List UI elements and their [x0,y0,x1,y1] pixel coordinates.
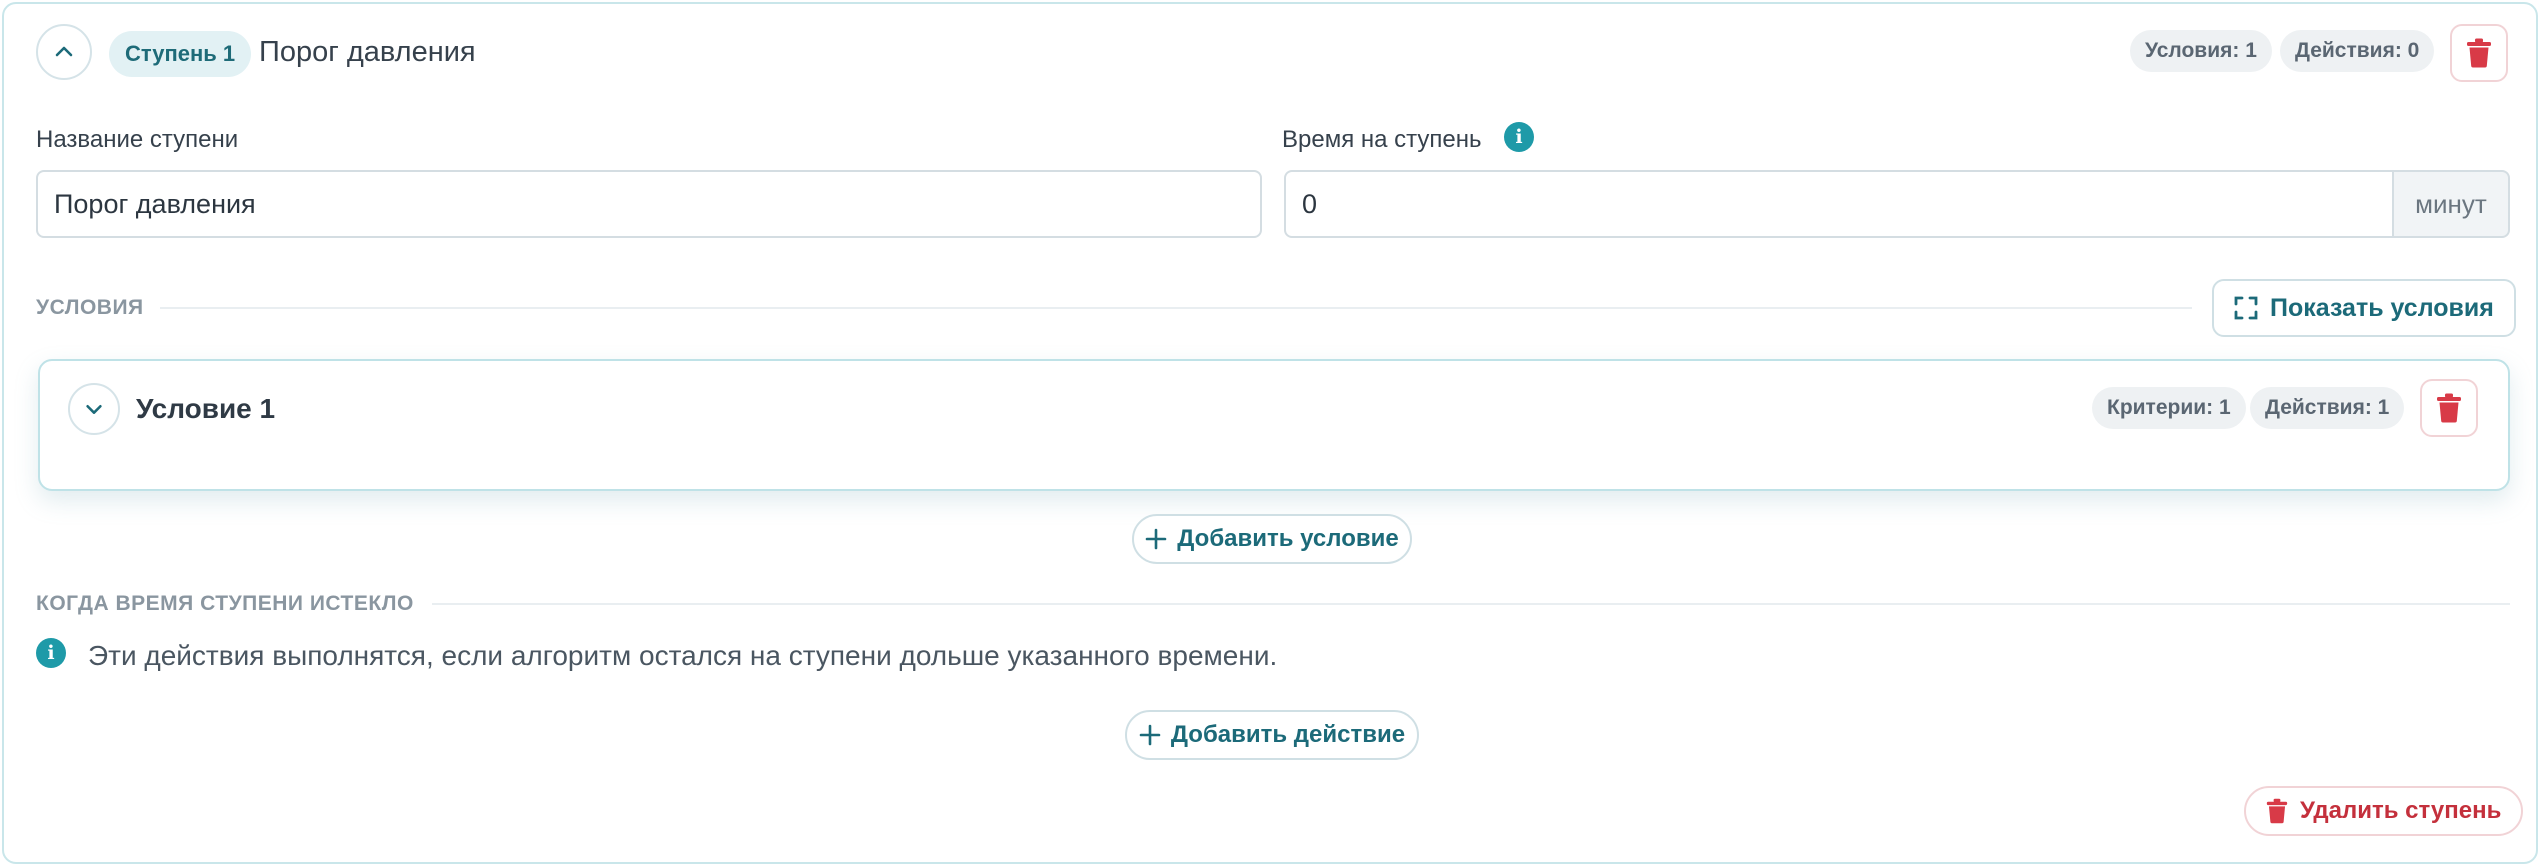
timeout-divider [432,603,2510,605]
condition-title: Условие 1 [136,393,276,424]
step-collapse-button[interactable] [36,24,92,80]
step-time-group: минут [1284,170,2510,238]
delete-step-label: Удалить ступень [2300,797,2502,824]
delete-condition-button[interactable] [2420,379,2478,437]
step-time-input[interactable] [1284,170,2394,238]
conditions-divider [160,307,2192,309]
info-icon: i [36,638,66,668]
step-time-label: Время на ступень [1282,126,1482,153]
show-conditions-label: Показать условия [2270,293,2494,322]
add-action-button[interactable]: Добавить действие [1125,710,1419,760]
step-number-badge: Ступень 1 [109,31,252,77]
step-card: Ступень 1 Порог давления Условия: 1 Дейс… [2,2,2538,864]
delete-step-icon-button[interactable] [2450,24,2508,82]
expand-icon [2234,296,2258,320]
trash-icon [2467,38,2491,68]
chevron-up-icon [55,46,73,57]
condition-actions-count-badge: Действия: 1 [2250,387,2405,429]
timeout-note: Эти действия выполнятся, если алгоритм о… [88,640,1278,671]
add-condition-button[interactable]: Добавить условие [1132,514,1412,564]
step-name-input[interactable] [36,170,1262,238]
conditions-section-title: УСЛОВИЯ [36,296,144,319]
trash-icon [2266,798,2288,824]
add-action-label: Добавить действие [1170,721,1406,748]
show-conditions-button[interactable]: Показать условия [2212,279,2516,337]
delete-step-button[interactable]: Удалить ступень [2244,786,2524,836]
chevron-down-icon [86,404,102,414]
timeout-section-title: КОГДА ВРЕМЯ СТУПЕНИ ИСТЕКЛО [36,592,414,615]
plus-icon [1139,724,1161,746]
trash-icon [2437,393,2461,423]
step-title: Порог давления [259,36,476,68]
add-condition-label: Добавить условие [1177,525,1399,552]
plus-icon [1145,528,1167,550]
criteria-count-badge: Критерии: 1 [2092,387,2246,429]
condition-expand-button[interactable] [68,383,120,435]
actions-count-badge: Действия: 0 [2280,30,2435,72]
info-icon[interactable]: i [1504,122,1534,152]
condition-card: Условие 1 Критерии: 1 Действия: 1 [38,359,2510,491]
time-unit-addon: минут [2392,170,2510,238]
conditions-count-badge: Условия: 1 [2130,30,2272,72]
step-name-label: Название ступени [36,126,239,153]
